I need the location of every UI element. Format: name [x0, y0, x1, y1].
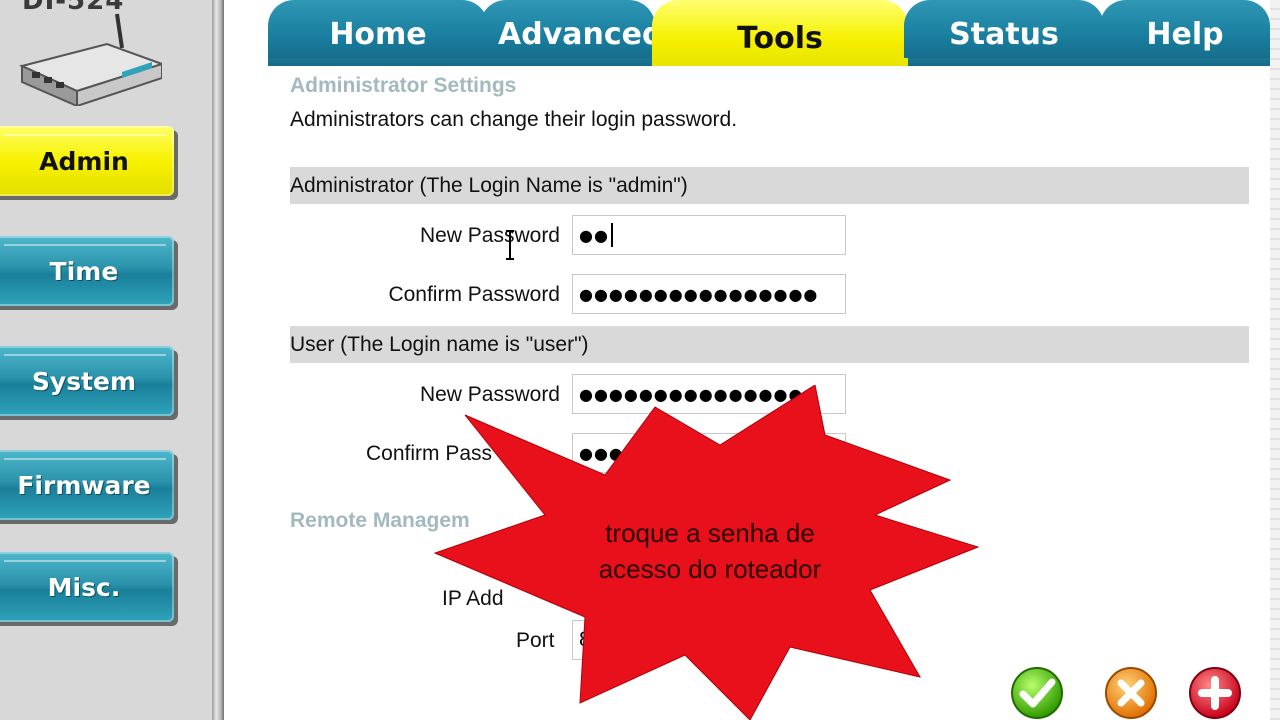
sidebar-item-admin[interactable]: Admin	[0, 126, 174, 196]
tab-label: Advanced	[498, 16, 655, 52]
page-description: Administrators can change their login pa…	[290, 108, 738, 131]
sidebar-item-label: System	[31, 366, 137, 396]
admin-new-password-label: New Password	[419, 224, 560, 247]
sidebar-item-label: Misc.	[47, 572, 121, 602]
section-title: Administrator (The Login Name is "admin"…	[290, 173, 688, 197]
callout-text: troque a senha de acesso do roteador	[560, 515, 860, 587]
callout-line-2: acesso do roteador	[598, 554, 822, 584]
tab-tools[interactable]: Tools	[652, 0, 908, 66]
sidebar-item-label: Admin	[39, 146, 129, 176]
help-button[interactable]	[1188, 666, 1242, 720]
page-title: Administrator Settings	[290, 74, 517, 97]
cancel-button[interactable]	[1104, 666, 1158, 720]
tab-label: Status	[949, 16, 1059, 52]
window-edge	[1270, 0, 1280, 720]
tab-label: Home	[329, 16, 427, 52]
tab-home[interactable]: Home	[268, 0, 488, 58]
admin-confirm-password-label: Confirm Password	[388, 283, 560, 306]
callout-line-1: troque a senha de	[605, 518, 815, 548]
text-caret	[610, 223, 613, 247]
apply-button[interactable]	[1010, 666, 1064, 720]
admin-section-header: Administrator (The Login Name is "admin"…	[290, 167, 1249, 204]
admin-new-password-field[interactable]: ●●	[572, 215, 846, 255]
text-cursor-icon	[506, 230, 514, 260]
sidebar-item-label: Firmware	[17, 470, 151, 500]
section-title: User (The Login name is "user")	[290, 332, 589, 356]
sidebar-item-misc[interactable]: Misc.	[0, 552, 174, 622]
sidebar-item-firmware[interactable]: Firmware	[0, 450, 174, 520]
tab-status[interactable]: Status	[904, 0, 1104, 58]
sidebar-item-label: Time	[49, 256, 119, 286]
router-device-image	[19, 13, 162, 106]
tab-label: Help	[1146, 16, 1224, 52]
user-section-header: User (The Login name is "user")	[290, 326, 1249, 363]
password-dots: ●●	[579, 225, 609, 245]
sidebar-item-time[interactable]: Time	[0, 236, 174, 306]
tab-advanced[interactable]: Advanced	[480, 0, 655, 58]
tab-label: Tools	[737, 20, 823, 56]
sidebar-divider	[212, 0, 224, 720]
password-dots: ●●●●●●●●●●●●●●●●	[579, 284, 819, 304]
sidebar-item-system[interactable]: System	[0, 346, 174, 416]
tab-help[interactable]: Help	[1100, 0, 1270, 58]
admin-confirm-password-field[interactable]: ●●●●●●●●●●●●●●●●	[572, 274, 846, 314]
